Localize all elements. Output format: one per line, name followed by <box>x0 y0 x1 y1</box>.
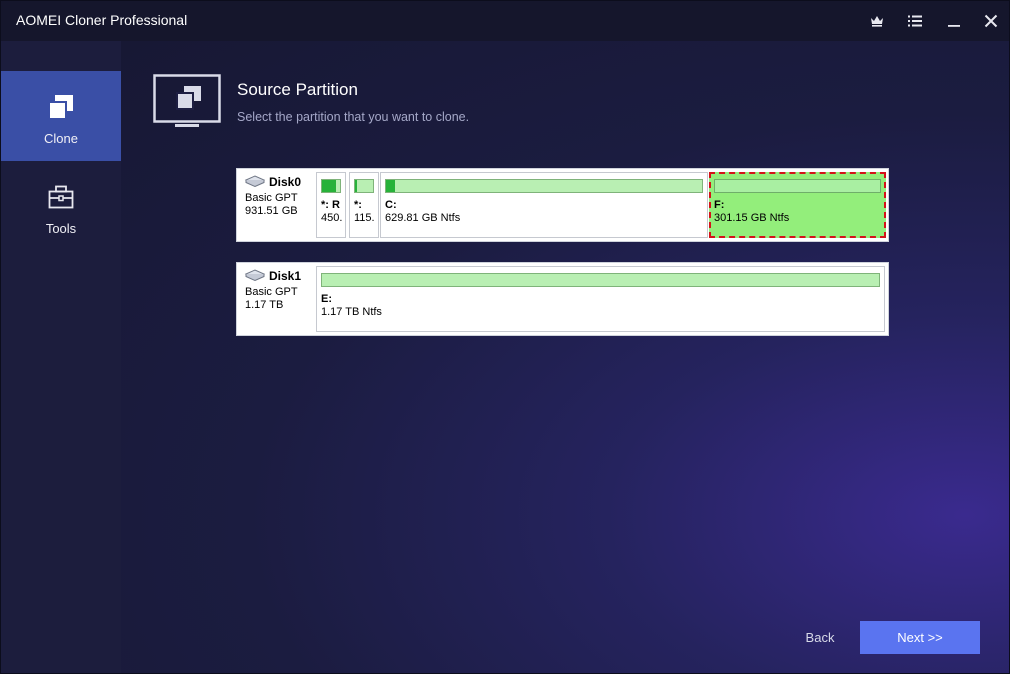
app-window: AOMEI Cloner Professional Clone Tools So… <box>0 0 1010 674</box>
disk-panel-disk1: Disk1 Basic GPT 1.17 TB E: 1.17 TB Ntfs <box>236 262 889 336</box>
partition-info: 1.17 TB Ntfs <box>321 306 382 318</box>
disk-icon <box>244 175 266 190</box>
main-content: Source Partition Select the partition th… <box>121 41 1009 673</box>
partition-info: 115. <box>354 212 375 224</box>
sidebar-item-clone[interactable]: Clone <box>1 71 121 161</box>
crown-icon[interactable] <box>865 9 889 33</box>
sidebar-item-tools[interactable]: Tools <box>1 161 121 251</box>
disk-size: 1.17 TB <box>245 299 284 311</box>
partition-info: 301.15 GB Ntfs <box>714 212 790 224</box>
partition-name: E: <box>321 293 332 305</box>
disk-type: Basic GPT <box>245 192 298 204</box>
page-subtitle: Select the partition that you want to cl… <box>237 110 470 124</box>
partition-info: 450. <box>321 212 343 224</box>
back-button[interactable]: Back <box>791 621 849 654</box>
disk-name: Disk0 <box>269 175 302 189</box>
clone-icon <box>48 93 74 121</box>
disk-info: Disk0 Basic GPT 931.51 GB <box>244 175 316 218</box>
partition-name: *: R <box>321 199 340 211</box>
partition-usage-bar <box>321 273 880 287</box>
page-title: Source Partition <box>237 80 358 99</box>
partition-usage-fill <box>355 180 357 192</box>
partition-name: F: <box>714 199 725 211</box>
disk-name: Disk1 <box>269 269 302 283</box>
window-title: AOMEI Cloner Professional <box>16 12 188 28</box>
sidebar-item-label: Tools <box>45 221 77 236</box>
next-button[interactable]: Next >> <box>860 621 980 654</box>
partition-system[interactable]: *: 115. <box>349 172 379 238</box>
partition-usage-fill <box>322 180 337 192</box>
disk-size: 931.51 GB <box>245 205 298 217</box>
partition-usage-bar <box>714 179 881 193</box>
disk-panel-disk0: Disk0 Basic GPT 931.51 GB *: R 450. *: 1… <box>236 168 889 242</box>
disk-icon <box>244 269 266 284</box>
partition-recovery[interactable]: *: R 450. <box>316 172 346 238</box>
close-icon[interactable] <box>979 9 1003 33</box>
menu-icon[interactable] <box>903 9 927 33</box>
partition-usage-bar <box>385 179 703 193</box>
partition-name: C: <box>385 199 397 211</box>
partition-c[interactable]: C: 629.81 GB Ntfs <box>380 172 708 238</box>
minimize-icon[interactable] <box>942 9 966 33</box>
sidebar-item-label: Clone <box>44 131 78 146</box>
partition-f[interactable]: F: 301.15 GB Ntfs <box>709 172 886 238</box>
sidebar: Clone Tools <box>1 41 121 673</box>
disk-info: Disk1 Basic GPT 1.17 TB <box>244 269 316 312</box>
partition-usage-bar <box>321 179 341 193</box>
title-bar: AOMEI Cloner Professional <box>1 1 1009 41</box>
partition-e[interactable]: E: 1.17 TB Ntfs <box>316 266 885 332</box>
disk-type: Basic GPT <box>245 286 298 298</box>
toolbox-icon <box>48 183 74 211</box>
partition-usage-fill <box>386 180 396 192</box>
partition-usage-bar <box>354 179 374 193</box>
partition-name: *: <box>354 199 362 211</box>
monitor-clone-icon <box>153 74 221 131</box>
partition-info: 629.81 GB Ntfs <box>385 212 461 224</box>
